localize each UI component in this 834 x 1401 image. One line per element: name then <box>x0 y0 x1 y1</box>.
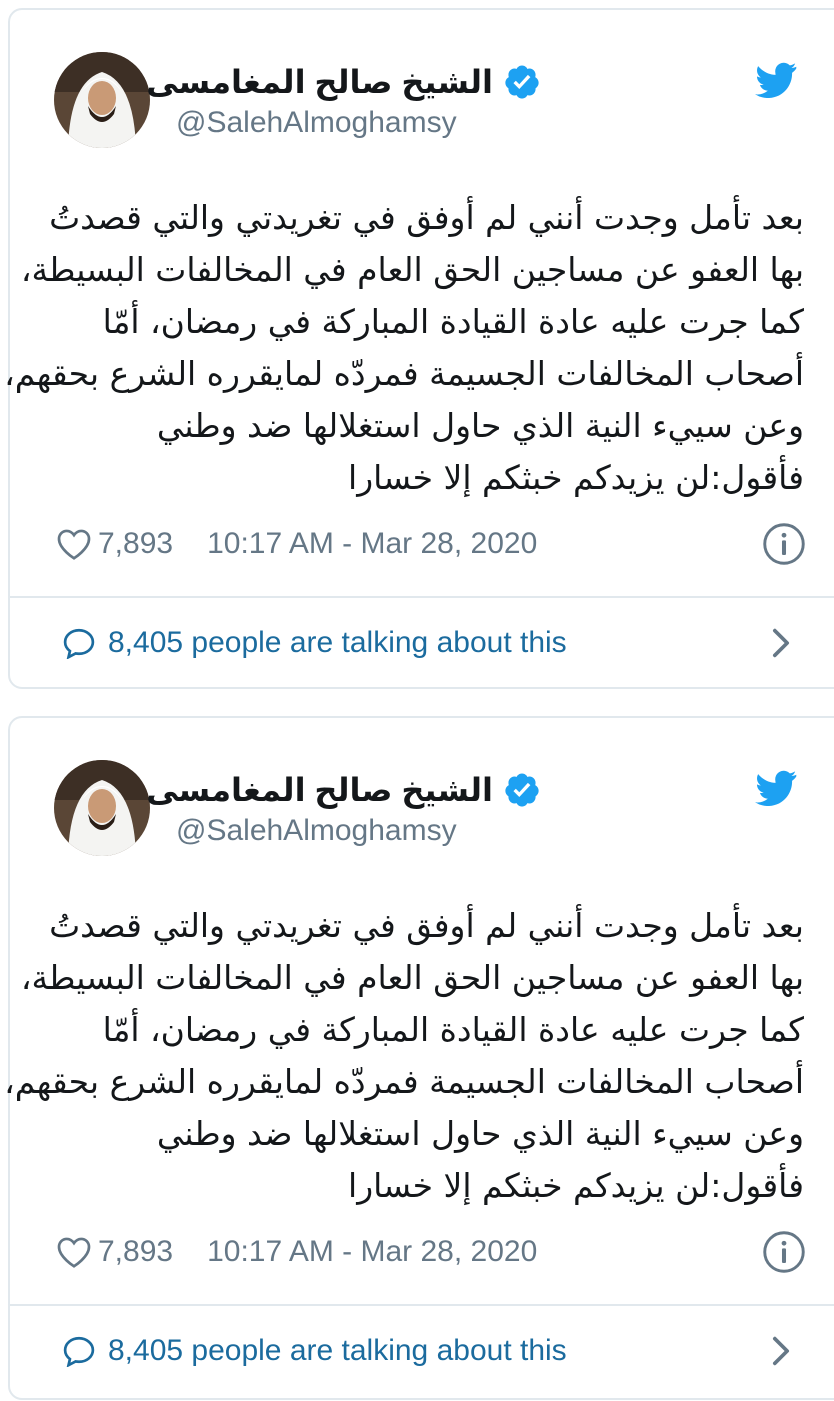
display-name[interactable]: الشيخ صالح المغامسى <box>146 63 493 101</box>
name-row: الشيخ صالح المغامسى <box>146 62 541 102</box>
user-handle[interactable]: @SalehAlmoghamsy <box>176 814 457 848</box>
tweet-meta-row: 7,893 10:17 AM - Mar 28, 2020 <box>56 520 806 568</box>
speech-bubble-icon <box>63 628 95 659</box>
speech-bubble-icon <box>63 1336 95 1367</box>
verified-badge-icon <box>505 65 539 99</box>
user-handle[interactable]: @SalehAlmoghamsy <box>176 106 457 140</box>
tweet-card[interactable]: الشيخ صالح المغامسى @SalehAlmoghamsy بعد… <box>4 716 834 1400</box>
avatar[interactable] <box>54 52 150 148</box>
twitter-bird-icon[interactable] <box>755 62 797 98</box>
tweet-text-line: فأقول:لن يزيدكم خبثكم إلا خسارا <box>348 458 804 497</box>
avatar[interactable] <box>54 760 150 856</box>
info-icon[interactable] <box>762 1230 806 1274</box>
talking-count-text[interactable]: 8,405 people are talking about this <box>108 1334 567 1368</box>
name-row: الشيخ صالح المغامسى <box>146 770 541 810</box>
heart-icon[interactable] <box>56 1235 92 1269</box>
tweet-meta-row: 7,893 10:17 AM - Mar 28, 2020 <box>56 1228 806 1276</box>
tweet-text-line: كما جرت عليه عادة القيادة المباركة في رم… <box>102 1010 804 1049</box>
talking-count-text[interactable]: 8,405 people are talking about this <box>108 626 567 660</box>
tweet-text: بعد تأمل وجدت أنني لم أوفق في تغريدتي وا… <box>4 192 804 504</box>
verified-badge-icon <box>505 773 539 807</box>
tweet-text-line: بعد تأمل وجدت أنني لم أوفق في تغريدتي وا… <box>49 906 804 945</box>
divider <box>10 1304 834 1306</box>
heart-icon[interactable] <box>56 527 92 561</box>
tweet-text-line: أصحاب المخالفات الجسيمة فمردّه لمايقرره … <box>4 354 804 393</box>
tweet-text-line: وعن سييء النية الذي حاول استغلالها ضد وط… <box>156 1114 804 1153</box>
like-count: 7,893 <box>98 527 174 560</box>
chevron-right-icon[interactable] <box>770 626 792 660</box>
divider <box>10 596 834 598</box>
tweet-timestamp[interactable]: 10:17 AM - Mar 28, 2020 <box>207 1235 537 1269</box>
tweet-timestamp[interactable]: 10:17 AM - Mar 28, 2020 <box>207 527 537 561</box>
tweet-text-line: كما جرت عليه عادة القيادة المباركة في رم… <box>102 302 804 341</box>
talking-about-link[interactable]: 8,405 people are talking about this <box>62 1328 792 1374</box>
tweet-text-line: بها العفو عن مساجين الحق العام في المخال… <box>20 250 804 289</box>
info-icon[interactable] <box>762 522 806 566</box>
tweet-text-line: وعن سييء النية الذي حاول استغلالها ضد وط… <box>156 406 804 445</box>
tweet-text-line: بعد تأمل وجدت أنني لم أوفق في تغريدتي وا… <box>49 198 804 237</box>
tweet-card[interactable]: الشيخ صالح المغامسى @SalehAlmoghamsy بعد… <box>4 8 834 689</box>
like-count: 7,893 <box>98 1235 174 1268</box>
tweet-text-line: فأقول:لن يزيدكم خبثكم إلا خسارا <box>348 1166 804 1205</box>
tweet-header: الشيخ صالح المغامسى @SalehAlmoghamsy <box>10 10 834 148</box>
tweet-text: بعد تأمل وجدت أنني لم أوفق في تغريدتي وا… <box>4 900 804 1212</box>
tweet-text-line: بها العفو عن مساجين الحق العام في المخال… <box>20 958 804 997</box>
tweet-header: الشيخ صالح المغامسى @SalehAlmoghamsy <box>10 718 834 856</box>
talking-about-link[interactable]: 8,405 people are talking about this <box>62 620 792 666</box>
twitter-bird-icon[interactable] <box>755 770 797 806</box>
display-name[interactable]: الشيخ صالح المغامسى <box>146 771 493 809</box>
chevron-right-icon[interactable] <box>770 1334 792 1368</box>
tweet-text-line: أصحاب المخالفات الجسيمة فمردّه لمايقرره … <box>4 1062 804 1101</box>
